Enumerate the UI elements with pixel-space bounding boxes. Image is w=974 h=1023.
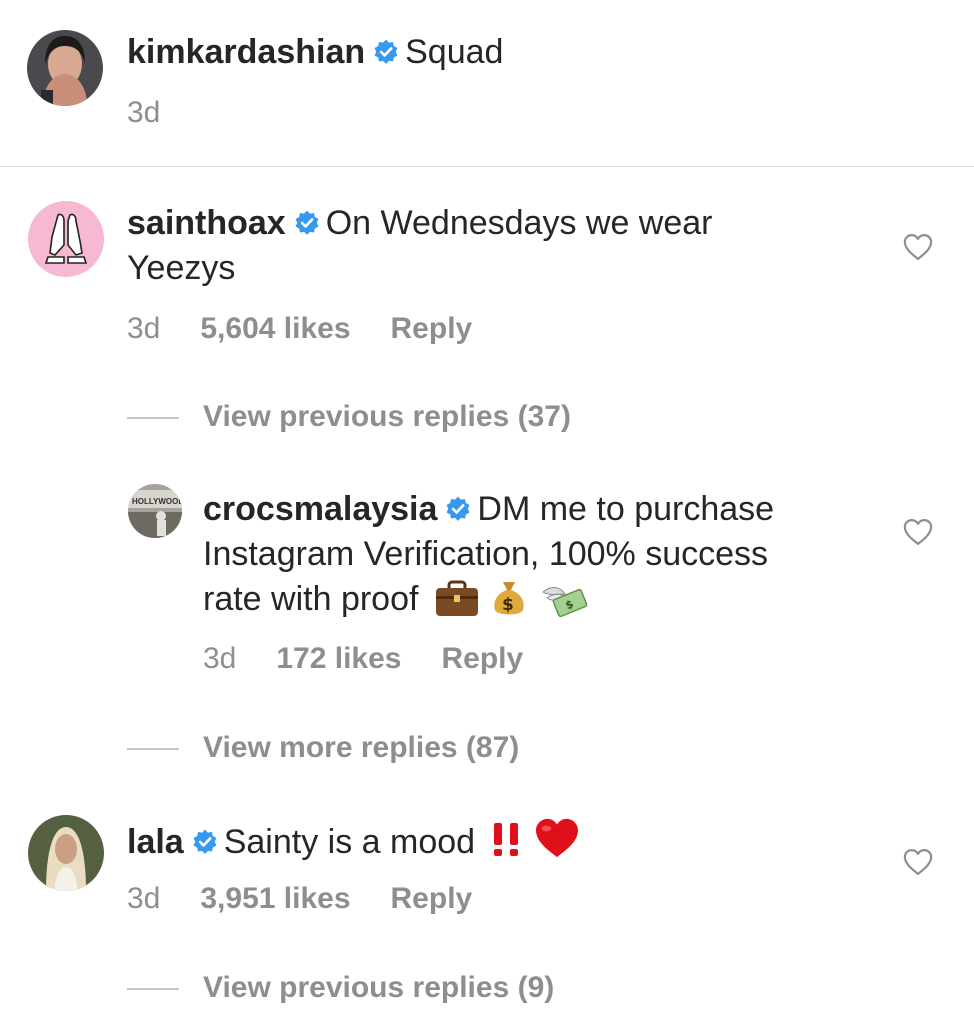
reply-crocsmalaysia: crocsmalaysia DM me to purchase Instagram… bbox=[203, 487, 903, 622]
heart-outline-icon[interactable] bbox=[903, 848, 933, 876]
comment-text-line: DM me to purchase bbox=[477, 490, 775, 528]
comment-meta: 3d 5,604 likes Reply bbox=[127, 312, 512, 346]
avatar-kimkardashian[interactable] bbox=[27, 30, 103, 106]
view-replies-button[interactable]: View previous replies (9) bbox=[127, 971, 554, 1005]
likes-count[interactable]: 172 likes bbox=[276, 642, 401, 675]
avatar-crocsmalaysia[interactable]: HOLLYWOOD bbox=[128, 484, 182, 538]
caption-time[interactable]: 3d bbox=[127, 96, 160, 129]
view-replies-button[interactable]: View previous replies (37) bbox=[127, 400, 571, 434]
comment-text-line: rate with proof bbox=[203, 580, 419, 618]
comment-text-line: Instagram Verification, 100% success bbox=[203, 535, 769, 573]
caption-meta: 3d bbox=[127, 96, 200, 130]
likes-count[interactable]: 3,951 likes bbox=[200, 882, 350, 915]
money-wings-emoji: $ bbox=[541, 587, 588, 618]
verified-badge-icon bbox=[373, 39, 399, 65]
verified-badge-icon bbox=[192, 829, 218, 855]
view-replies-label: View previous replies (9) bbox=[203, 971, 555, 1004]
reply-meta: 3d 172 likes Reply bbox=[203, 642, 563, 676]
username-crocsmalaysia[interactable]: crocsmalaysia bbox=[203, 490, 437, 528]
reply-button[interactable]: Reply bbox=[391, 882, 473, 915]
heart-outline-icon[interactable] bbox=[903, 233, 933, 261]
avatar-lala[interactable] bbox=[28, 815, 104, 891]
comment-sainthoax: sainthoax On Wednesdays we wear Yeezys bbox=[127, 201, 847, 291]
double-exclamation-emoji bbox=[493, 823, 518, 856]
comment-meta: 3d 3,951 likes Reply bbox=[127, 882, 512, 916]
comment-time[interactable]: 3d bbox=[127, 882, 160, 915]
caption: kimkardashian Squad bbox=[127, 30, 503, 75]
username-lala[interactable]: lala bbox=[127, 823, 184, 861]
view-replies-label: View previous replies (37) bbox=[203, 400, 571, 433]
comment-text: Sainty is a mood bbox=[223, 823, 476, 861]
divider bbox=[0, 166, 974, 167]
replies-dash bbox=[127, 748, 179, 751]
replies-dash bbox=[127, 988, 179, 991]
comment-time[interactable]: 3d bbox=[127, 312, 160, 345]
briefcase-emoji bbox=[435, 580, 478, 616]
replies-dash bbox=[127, 417, 179, 420]
svg-text:$: $ bbox=[502, 595, 514, 615]
avatar-sainthoax[interactable] bbox=[28, 201, 104, 277]
username-sainthoax[interactable]: sainthoax bbox=[127, 204, 286, 242]
view-more-replies-button[interactable]: View more replies (87) bbox=[127, 731, 519, 765]
heart-outline-icon[interactable] bbox=[903, 518, 933, 546]
username-kimkardashian[interactable]: kimkardashian bbox=[127, 33, 365, 71]
caption-text: Squad bbox=[405, 33, 504, 71]
praying-hands-icon bbox=[28, 201, 104, 277]
reply-button[interactable]: Reply bbox=[391, 312, 473, 345]
comment-text-line: On Wednesdays we wear bbox=[325, 204, 713, 242]
likes-count[interactable]: 5,604 likes bbox=[200, 312, 350, 345]
comment-lala: lala Sainty is a mood bbox=[127, 817, 847, 865]
svg-text:HOLLYWOOD: HOLLYWOOD bbox=[132, 497, 182, 506]
view-replies-label: View more replies (87) bbox=[203, 731, 520, 764]
red-heart-emoji bbox=[535, 818, 578, 858]
comment-text-line: Yeezys bbox=[127, 249, 236, 287]
reply-button[interactable]: Reply bbox=[442, 642, 524, 675]
comment-time[interactable]: 3d bbox=[203, 642, 236, 675]
verified-badge-icon bbox=[445, 496, 471, 522]
money-bag-emoji: $ bbox=[494, 582, 525, 615]
verified-badge-icon bbox=[294, 210, 320, 236]
